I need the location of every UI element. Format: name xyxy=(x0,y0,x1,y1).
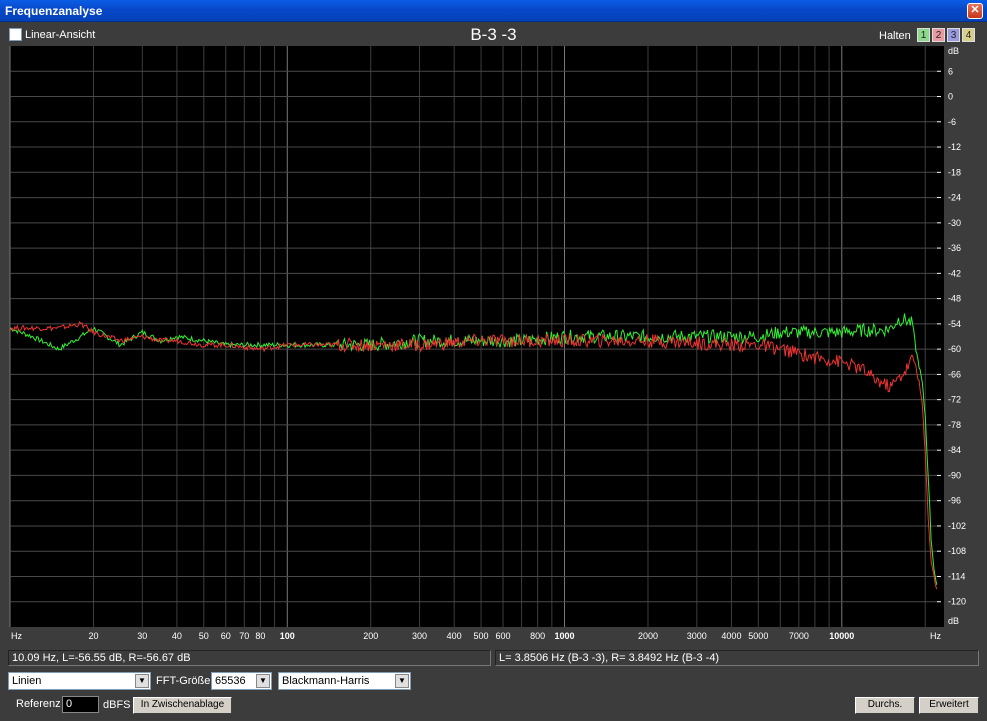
hold-button-2[interactable]: 2 xyxy=(932,28,945,42)
durchs-button[interactable]: Durchs. xyxy=(855,697,915,714)
referenz-input[interactable]: 0 xyxy=(62,696,99,713)
display-mode-value: Linien xyxy=(12,675,42,687)
window-title: Frequenzanalyse xyxy=(5,4,103,18)
chevron-down-icon[interactable]: ▼ xyxy=(256,674,270,688)
plot-title: B-3 -3 xyxy=(470,25,517,44)
close-button[interactable]: ✕ xyxy=(967,3,983,19)
fft-size-select[interactable]: 65536 ▼ xyxy=(211,672,272,690)
hold-button-3[interactable]: 3 xyxy=(947,28,960,42)
peak-readout: L= 3.8506 Hz (B-3 -3), R= 3.8492 Hz (B-3… xyxy=(495,650,979,666)
copy-to-clipboard-button[interactable]: In Zwischenablage xyxy=(133,697,232,714)
spectrum-plot-area[interactable] xyxy=(10,46,944,627)
chevron-down-icon[interactable]: ▼ xyxy=(395,674,409,688)
hold-button-1[interactable]: 1 xyxy=(917,28,930,42)
referenz-label: Referenz xyxy=(16,698,61,710)
hold-button-4[interactable]: 4 xyxy=(962,28,975,42)
fft-size-value: 65536 xyxy=(215,675,246,687)
display-mode-select[interactable]: Linien ▼ xyxy=(8,672,151,690)
cursor-readout: 10.09 Hz, L=-56.55 dB, R=-56.67 dB xyxy=(8,650,491,666)
fft-size-label: FFT-Größe xyxy=(156,675,211,687)
dbfs-label: dBFS xyxy=(103,699,131,711)
erweitert-button[interactable]: Erweitert xyxy=(919,697,979,714)
window-function-select[interactable]: Blackmann-Harris ▼ xyxy=(278,672,411,690)
title-bar: Frequenzanalyse ✕ xyxy=(0,0,987,22)
hold-label: Halten xyxy=(879,30,911,42)
chevron-down-icon[interactable]: ▼ xyxy=(135,674,149,688)
window-function-value: Blackmann-Harris xyxy=(282,675,370,687)
